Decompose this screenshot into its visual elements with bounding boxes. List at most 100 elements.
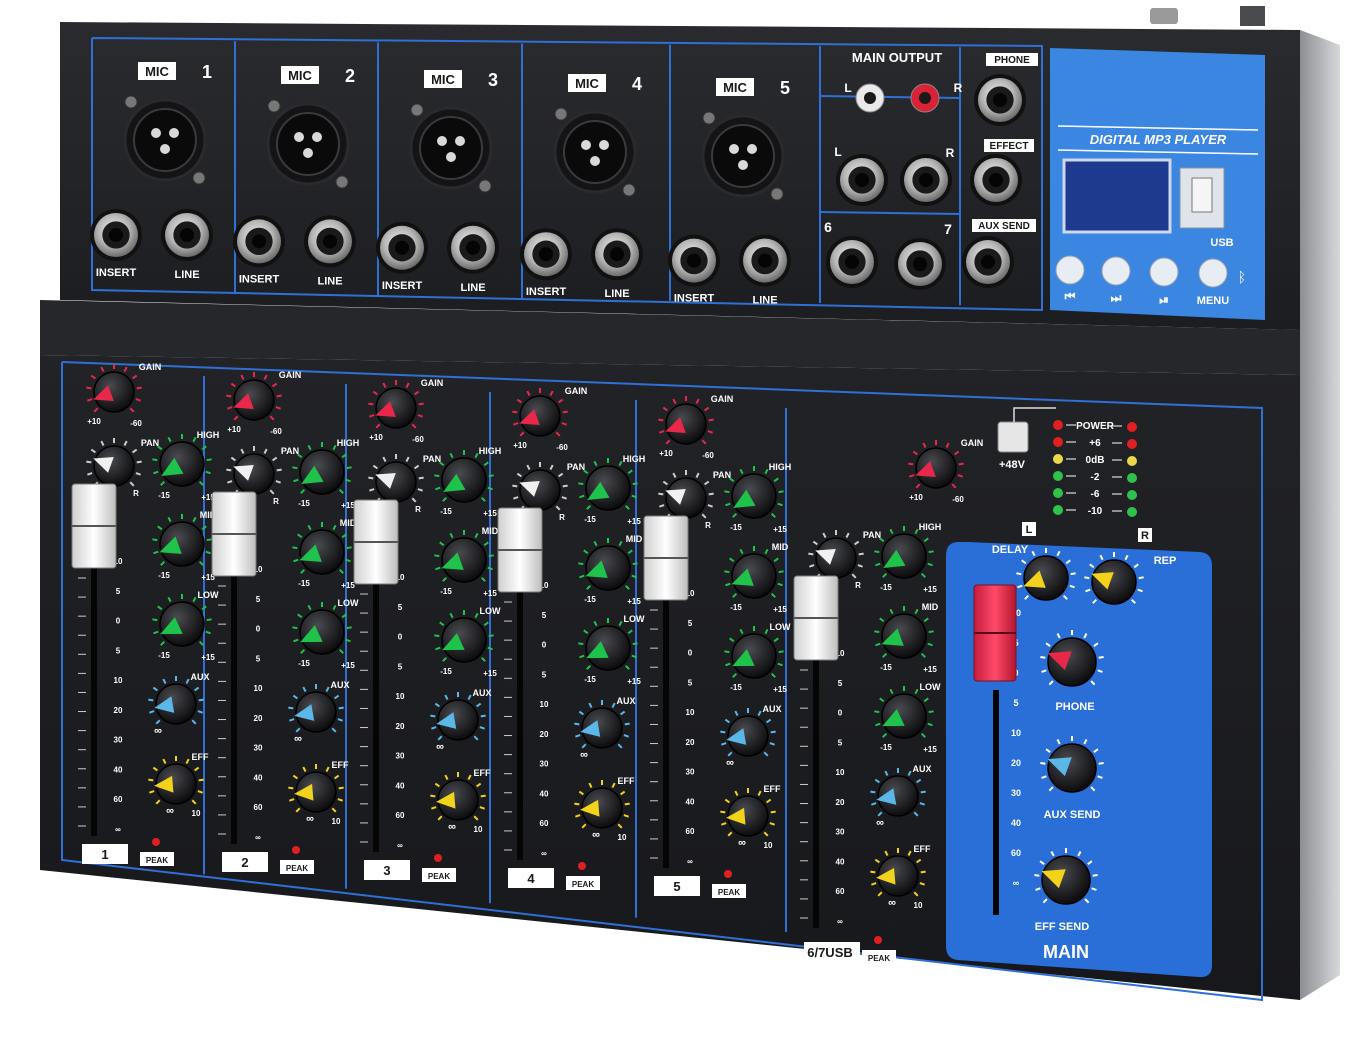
main-output-label: MAIN OUTPUT: [852, 50, 942, 65]
fader-scale-label: 60: [254, 803, 263, 812]
power-jack: [1150, 8, 1178, 24]
line-jack-4[interactable]: [591, 228, 643, 281]
master-scale-label: 30: [1011, 788, 1021, 798]
gain-label: GAIN: [565, 386, 588, 396]
line-jack-1[interactable]: [161, 209, 213, 261]
meter-led-right: [1127, 456, 1137, 466]
line-6-jack[interactable]: [826, 236, 878, 288]
pan-right-label: R: [705, 521, 711, 530]
low-min-label: -15: [440, 667, 452, 676]
fader-scale-label: 20: [396, 722, 405, 731]
meter-led-right: [1127, 490, 1137, 500]
effect-jack[interactable]: [970, 154, 1022, 206]
line-7-jack[interactable]: [894, 238, 946, 290]
low-label: LOW: [770, 622, 791, 632]
master-scale-label: 5: [1013, 698, 1018, 708]
master-fader-slot: [993, 690, 999, 915]
phone-jack[interactable]: [974, 74, 1026, 126]
channel-fader-3[interactable]: [353, 499, 399, 585]
mid-max-label: +15: [773, 605, 787, 614]
master-scale-label: 20: [1011, 758, 1021, 768]
pan-label: PAN: [713, 470, 731, 480]
fader-scale-label: 40: [114, 765, 123, 774]
high-label: HIGH: [337, 438, 360, 448]
channel-fader-4[interactable]: [497, 507, 543, 593]
low-min-label: -15: [584, 675, 596, 684]
high-label: HIGH: [769, 462, 792, 472]
channel-7-label: 7: [944, 221, 952, 237]
fader-scale-label: 20: [836, 798, 845, 807]
high-max-label: +15: [773, 525, 787, 534]
gain-label: GAIN: [421, 378, 444, 388]
insert-jack-4[interactable]: [520, 228, 572, 281]
line-jack-5[interactable]: [739, 234, 791, 287]
fader-scale-label: 5: [116, 646, 121, 655]
mic-label: MIC: [288, 68, 312, 83]
phantom-power-button[interactable]: [997, 421, 1029, 453]
master-fader[interactable]: [973, 584, 1017, 682]
rca-right-label: R: [954, 81, 963, 95]
low-label: LOW: [920, 682, 941, 692]
high-label: HIGH: [479, 446, 502, 456]
high-min-label: -15: [440, 507, 452, 516]
high-min-label: -15: [298, 499, 310, 508]
gain-max-label: -60: [952, 495, 964, 504]
fader-slot: [373, 574, 379, 852]
screw: [478, 179, 492, 193]
fader-scale-label: 10: [254, 684, 263, 693]
insert-label: INSERT: [382, 280, 423, 292]
mp3-button-4[interactable]: [1198, 258, 1228, 288]
fader-scale-label: ∞: [837, 917, 843, 926]
main-out-left-jack[interactable]: [836, 154, 888, 206]
eff-label: EFF: [914, 844, 932, 854]
insert-jack-3[interactable]: [376, 221, 428, 274]
main-out-right-jack[interactable]: [900, 154, 952, 206]
pan-right-label: R: [133, 489, 139, 498]
low-min-label: -15: [730, 683, 742, 692]
insert-jack-5[interactable]: [668, 234, 720, 287]
line-jack-3[interactable]: [447, 221, 499, 274]
peak-led: [152, 838, 160, 846]
power-switch[interactable]: [1240, 6, 1265, 26]
aux-send-jack[interactable]: [962, 236, 1014, 288]
mp3-button-3[interactable]: [1149, 257, 1179, 287]
fader-scale-label: 30: [836, 828, 845, 837]
peak-led: [434, 854, 442, 862]
channel-fader-5[interactable]: [643, 515, 689, 601]
fader-slot: [813, 650, 819, 928]
meter-label: -6: [1091, 489, 1100, 500]
fader-scale-label: 30: [114, 736, 123, 745]
pan-right-label: R: [559, 513, 565, 522]
meter-left-label: L: [1026, 524, 1033, 536]
aux-min-label: ∞: [154, 725, 162, 737]
fader-scale-label: 5: [688, 619, 693, 628]
fader-scale-label: 60: [540, 819, 549, 828]
high-min-label: -15: [158, 491, 170, 500]
gain-label: GAIN: [961, 438, 984, 448]
insert-jack-2[interactable]: [233, 215, 285, 268]
next-icon: ⏭: [1111, 291, 1122, 305]
low-max-label: +15: [341, 661, 355, 670]
line-label: LINE: [752, 295, 777, 307]
mp3-button-1[interactable]: [1055, 255, 1085, 285]
aux-label: AUX: [616, 696, 635, 706]
peak-label: PEAK: [868, 954, 890, 963]
usb-label: USB: [1210, 237, 1233, 249]
lcd-display: [1062, 158, 1172, 234]
aux-min-label: ∞: [580, 749, 588, 761]
eff-min-label: ∞: [592, 829, 600, 841]
line-jack-2[interactable]: [304, 215, 356, 268]
insert-jack-1[interactable]: [90, 209, 142, 261]
master-aux-send-label: AUX SEND: [1044, 809, 1101, 821]
channel-6-label: 6: [824, 219, 832, 235]
eff-label: EFF: [764, 784, 782, 794]
mp3-button-2[interactable]: [1101, 256, 1131, 286]
phantom-label: +48V: [999, 459, 1026, 471]
channel-fader-1[interactable]: [71, 483, 117, 569]
channel-fader-6[interactable]: [793, 575, 839, 661]
fader-scale-label: 40: [540, 789, 549, 798]
channel-badge-label: 2: [241, 855, 248, 870]
aux-min-label: ∞: [436, 741, 444, 753]
channel-fader-2[interactable]: [211, 491, 257, 577]
master-scale-label: ∞: [1013, 878, 1020, 888]
